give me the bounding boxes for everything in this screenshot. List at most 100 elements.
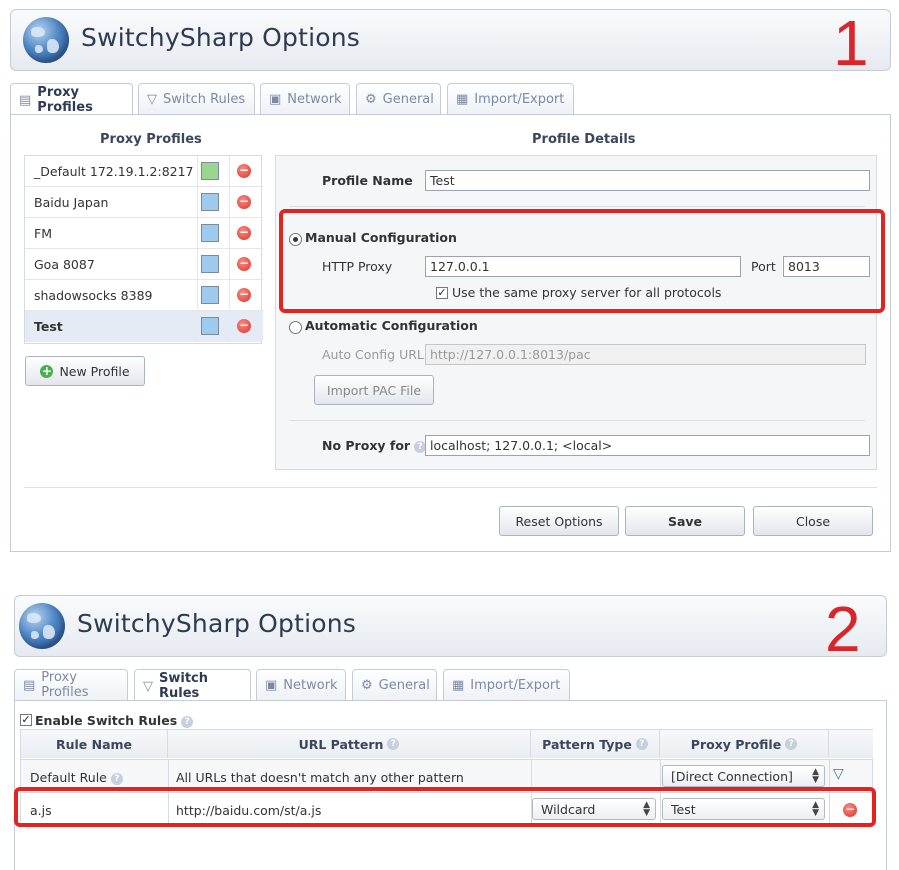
tab-proxy-profiles[interactable]: ▤ Proxy Profiles <box>10 83 133 116</box>
no-proxy-input[interactable] <box>425 435 870 456</box>
highlight-box <box>279 209 885 313</box>
tab-label: General <box>382 91 434 107</box>
network-icon: ▣ <box>265 677 278 693</box>
button-label: Import PAC File <box>326 382 422 398</box>
color-swatch[interactable] <box>201 162 219 180</box>
column-header-pattern-type: Pattern Type? <box>531 730 660 758</box>
column-label: Rule Name <box>55 736 133 752</box>
close-button[interactable]: Close <box>753 506 873 536</box>
profiles-tab-icon: ▤ <box>19 92 32 108</box>
filter-icon: ▽ <box>143 678 153 694</box>
disk-icon: ▦ <box>452 677 465 693</box>
tab-switch-rules[interactable]: ▽ Switch Rules <box>134 669 251 702</box>
column-label: Proxy Profile <box>690 736 782 752</box>
column-label: Pattern Type <box>542 736 632 752</box>
tab-label: Import/Export <box>474 91 565 107</box>
page-title: SwitchySharp Options <box>81 23 361 52</box>
color-swatch[interactable] <box>201 286 219 304</box>
tab-label: Network <box>287 91 342 107</box>
divider <box>290 420 865 421</box>
help-icon[interactable]: ? <box>785 738 798 750</box>
enable-text: Enable Switch Rules <box>35 713 178 728</box>
column-label: URL Pattern <box>298 736 384 752</box>
list-item-selected[interactable]: Test − <box>25 311 263 342</box>
import-pac-button[interactable]: Import PAC File <box>314 375 434 405</box>
tab-import-export[interactable]: ▦ Import/Export <box>447 83 574 114</box>
profile-name: Baidu Japan <box>34 195 109 210</box>
color-swatch[interactable] <box>201 317 219 335</box>
tab-switch-rules[interactable]: ▽ Switch Rules <box>138 83 255 114</box>
auto-config-radio[interactable] <box>289 321 302 334</box>
reset-options-button[interactable]: Reset Options <box>499 506 619 536</box>
profile-name-input[interactable] <box>425 170 870 191</box>
button-label: Save <box>667 513 703 529</box>
details-heading: Profile Details <box>532 132 636 147</box>
list-item[interactable]: Baidu Japan − <box>25 187 263 218</box>
disk-icon: ▦ <box>456 91 469 107</box>
tab-label: General <box>378 677 430 693</box>
page-title: SwitchySharp Options <box>77 609 357 638</box>
button-label: New Profile <box>59 363 130 379</box>
tab-label: Switch Rules <box>163 91 246 107</box>
highlight-box <box>14 787 876 827</box>
remove-icon[interactable]: − <box>237 257 251 271</box>
tab-network[interactable]: ▣ Network <box>260 83 350 114</box>
help-icon[interactable]: ? <box>635 738 648 750</box>
network-icon: ▣ <box>269 91 282 107</box>
filter-icon: ▽ <box>147 91 157 107</box>
no-proxy-label: No Proxy for? <box>322 438 427 453</box>
gear-icon: ⚙ <box>361 677 373 693</box>
remove-icon[interactable]: − <box>237 226 251 240</box>
url-pattern-cell: All URLs that doesn't match any other pa… <box>176 770 464 785</box>
list-item[interactable]: FM − <box>25 218 263 249</box>
auto-config-url-input[interactable] <box>425 344 866 365</box>
default-profile-select[interactable]: [Direct Connection] ▲ ▼ <box>662 765 825 787</box>
tab-label: Proxy Profiles <box>41 670 89 700</box>
save-button[interactable]: Save <box>625 506 745 536</box>
rule-name: Default Rule <box>30 770 107 785</box>
filter-icon[interactable]: ▽ <box>833 766 844 782</box>
color-swatch[interactable] <box>201 224 219 242</box>
step-number: 2 <box>825 593 861 665</box>
list-item[interactable]: Goa 8087 − <box>25 249 263 280</box>
color-swatch[interactable] <box>201 255 219 273</box>
profile-name: shadowsocks 8389 <box>34 288 153 303</box>
remove-icon[interactable]: − <box>237 195 251 209</box>
button-label: Reset Options <box>515 513 603 529</box>
tab-label: Import/Export <box>470 677 561 693</box>
select-arrows-icon: ▲ ▼ <box>812 767 819 785</box>
auto-config-label: Automatic Configuration <box>305 318 478 333</box>
column-header-actions <box>829 730 873 758</box>
divider <box>24 487 877 488</box>
profile-name: _Default 172.19.1.2:8217 <box>34 164 194 179</box>
help-icon[interactable]: ? <box>181 715 194 728</box>
rule-name-cell: Default Rule? <box>30 770 123 785</box>
profiles-heading: Proxy Profiles <box>100 132 202 147</box>
new-profile-button[interactable]: + New Profile <box>25 356 145 386</box>
profiles-tab-icon: ▤ <box>23 677 36 693</box>
add-icon: + <box>40 363 54 378</box>
enable-switch-rules-label: Enable Switch Rules? <box>35 713 194 728</box>
tab-proxy-profiles[interactable]: ▤ Proxy Profiles <box>14 669 128 700</box>
tab-label: Network <box>283 677 338 693</box>
button-label: Close <box>795 513 831 529</box>
no-proxy-text: No Proxy for <box>322 438 411 453</box>
divider <box>290 206 865 207</box>
profile-name-label: Profile Name <box>322 173 413 188</box>
step-number: 1 <box>833 7 869 79</box>
list-item[interactable]: _Default 172.19.1.2:8217 − <box>25 156 263 187</box>
remove-icon[interactable]: − <box>237 319 251 333</box>
remove-icon[interactable]: − <box>237 164 251 178</box>
profile-name: Goa 8087 <box>34 257 95 272</box>
list-item[interactable]: shadowsocks 8389 − <box>25 280 263 311</box>
tab-network[interactable]: ▣ Network <box>256 669 346 700</box>
help-icon[interactable]: ? <box>387 738 400 750</box>
tab-general[interactable]: ⚙ General <box>356 83 441 114</box>
enable-switch-rules-checkbox[interactable]: ✓ <box>20 714 32 726</box>
color-swatch[interactable] <box>201 193 219 211</box>
tab-general[interactable]: ⚙ General <box>352 669 437 700</box>
help-icon[interactable]: ? <box>110 772 123 785</box>
remove-icon[interactable]: − <box>237 288 251 302</box>
auto-config-url-label: Auto Config URL <box>322 347 424 362</box>
tab-import-export[interactable]: ▦ Import/Export <box>443 669 570 700</box>
